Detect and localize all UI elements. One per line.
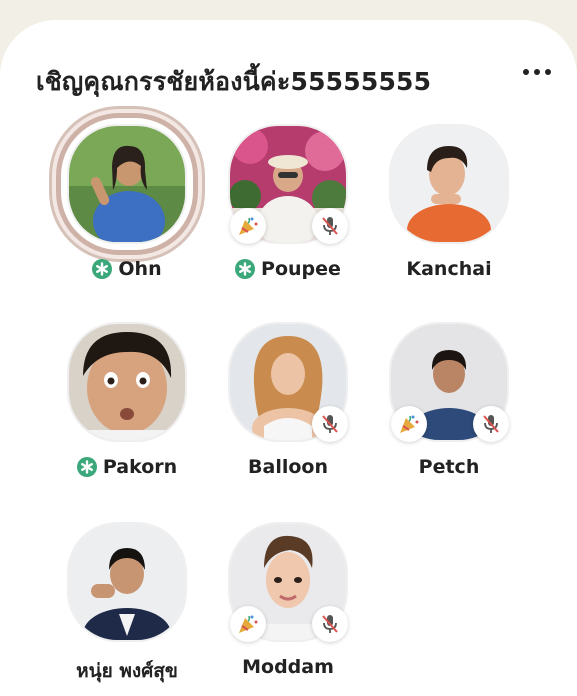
name-row: Kanchai [379,258,519,280]
name-row: Moddam [218,656,358,678]
speaker-name: Pakorn [102,456,178,478]
mic-muted-icon [322,217,338,235]
mic-muted-icon [483,415,499,433]
more-dot [545,69,551,75]
avatar[interactable] [67,522,187,642]
more-dot [534,69,540,75]
speaker-name: Kanchai [406,258,492,280]
party-popper-icon [239,615,258,633]
avatar-container [389,322,509,442]
moderator-badge-icon [235,259,256,279]
name-row: Ohn [57,258,197,280]
more-options-icon[interactable] [515,60,559,84]
avatar-photo [69,324,185,440]
avatar-container [67,522,187,642]
new-user-badge [391,406,427,442]
avatar[interactable] [389,124,509,244]
moderator-badge-icon [92,259,113,279]
name-row: Pakorn [57,456,197,478]
avatar-photo [391,126,507,242]
name-row: Poupee [218,258,358,280]
muted-badge [312,406,348,442]
speaker-name: Ohn [118,258,162,280]
mic-muted-icon [322,415,338,433]
party-popper-icon [239,217,258,235]
muted-badge [312,606,348,642]
muted-badge [473,406,509,442]
avatar[interactable] [67,124,187,244]
avatar-photo [69,524,185,640]
avatar-container [228,522,348,642]
avatar-container [67,322,187,442]
speaker-name: หนุ่ย พงศ์สุข [76,660,178,682]
room-title: เชิญคุณกรรชัยห้องนี้ค่ะ55555555 [36,67,432,96]
speaker-name: Moddam [242,656,334,678]
more-dot [523,69,529,75]
new-user-badge [230,606,266,642]
avatar-container [228,322,348,442]
speaker-name: Poupee [261,258,341,280]
avatar-photo [69,126,185,242]
avatar-container [389,124,509,244]
mic-muted-icon [322,615,338,633]
name-row: หนุ่ย พงศ์สุข [57,656,197,686]
name-row: Petch [379,456,519,478]
moderator-badge-icon [76,457,97,477]
name-row: Balloon [218,456,358,478]
speaker-name: Petch [418,456,480,478]
party-popper-icon [400,415,419,433]
avatar-container [228,124,348,244]
avatar-container [61,118,193,250]
speaker-name: Balloon [248,456,328,478]
muted-badge [312,208,348,244]
new-user-badge [230,208,266,244]
avatar[interactable] [67,322,187,442]
